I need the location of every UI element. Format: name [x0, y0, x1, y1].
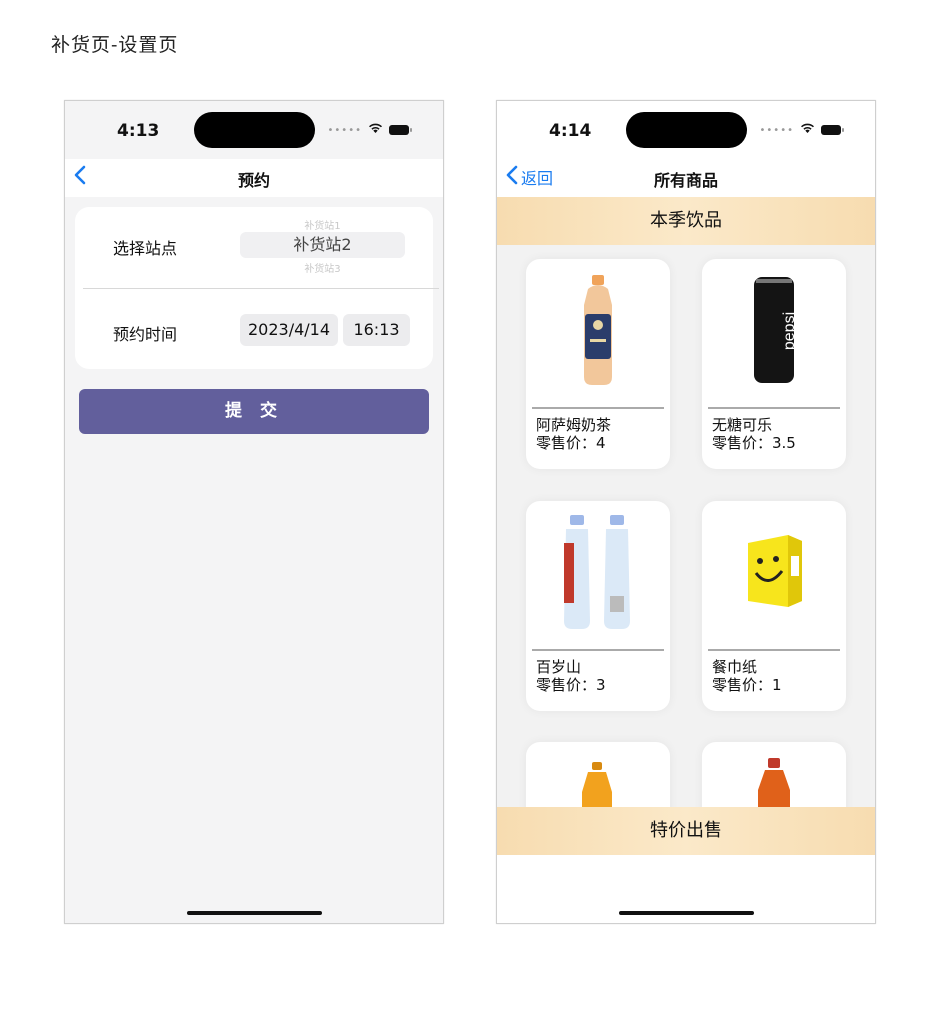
product-card[interactable]: 餐巾纸 零售价：1 [702, 501, 846, 711]
form-divider [83, 288, 439, 289]
station-picker-prev[interactable]: 补货站1 [240, 217, 405, 232]
nav-title: 所有商品 [653, 171, 718, 190]
status-icons: ••••• [759, 122, 844, 138]
section-header-specials: 特价出售 [497, 807, 875, 855]
page-title: 补货页-设置页 [51, 34, 179, 56]
product-card[interactable]: 阿萨姆奶茶 零售价：4 [526, 259, 670, 469]
status-time: 4:14 [549, 121, 592, 141]
home-indicator[interactable] [619, 911, 754, 915]
card-divider [708, 407, 840, 409]
cola-can-icon: pepsi [702, 259, 846, 407]
status-bar: 4:13 ••••• [65, 101, 443, 159]
signal-icon: ••••• [327, 124, 362, 136]
section-header-drinks: 本季饮品 [497, 197, 875, 245]
card-divider [708, 649, 840, 651]
status-time: 4:13 [117, 121, 160, 141]
reservation-form-card: 选择站点 补货站1 补货站2 补货站3 预约时间 2023/4/14 16:13 [75, 207, 439, 369]
pepsi-can-text: pepsi [781, 312, 798, 350]
battery-icon [389, 125, 412, 135]
product-card[interactable] [526, 742, 670, 807]
wifi-icon [800, 122, 815, 138]
dynamic-island [194, 112, 315, 148]
product-grid[interactable]: 阿萨姆奶茶 零售价：4 pepsi 无糖可乐 零售价：3.5 百岁山 零售价：3… [497, 245, 875, 807]
nav-bar: 返回 所有商品 [497, 159, 875, 197]
water-bottles-icon [526, 501, 670, 649]
product-price: 零售价：3 [536, 676, 606, 694]
status-bar: 4:14 ••••• [497, 101, 875, 159]
wifi-icon [368, 122, 383, 138]
dynamic-island [626, 112, 747, 148]
status-icons: ••••• [327, 122, 412, 138]
tea-bottle-icon [526, 742, 670, 807]
battery-icon [821, 125, 844, 135]
station-picker-next[interactable]: 补货站3 [240, 260, 405, 275]
time-label: 预约时间 [113, 325, 178, 344]
napkin-box-icon [702, 501, 846, 649]
time-picker-button[interactable]: 16:13 [343, 314, 410, 346]
product-price: 零售价：1 [712, 676, 782, 694]
home-indicator[interactable] [187, 911, 322, 915]
product-card[interactable] [702, 742, 846, 807]
nav-bar: 预约 [65, 159, 443, 197]
juice-bottle-icon [702, 742, 846, 807]
product-price: 零售价：3.5 [712, 434, 796, 452]
product-card[interactable]: 百岁山 零售价：3 [526, 501, 670, 711]
product-price: 零售价：4 [536, 434, 606, 452]
station-label: 选择站点 [113, 239, 178, 258]
date-picker-button[interactable]: 2023/4/14 [240, 314, 338, 346]
product-card[interactable]: pepsi 无糖可乐 零售价：3.5 [702, 259, 846, 469]
card-divider [532, 649, 664, 651]
nav-title: 预约 [237, 171, 270, 190]
card-divider [532, 407, 664, 409]
station-picker[interactable]: 补货站2 [240, 232, 405, 258]
phone-screen-reservation: 4:13 ••••• 预约 选择站点 补货站1 补货站2 补货站3 预约时间 2… [64, 100, 444, 924]
submit-button[interactable]: 提 交 [79, 389, 429, 434]
phone-screen-products: 4:14 ••••• 返回 所有商品 本季饮品 阿萨姆奶茶 零售价：4 peps… [496, 100, 876, 924]
signal-icon: ••••• [759, 124, 794, 136]
milk-tea-bottle-icon [526, 259, 670, 407]
